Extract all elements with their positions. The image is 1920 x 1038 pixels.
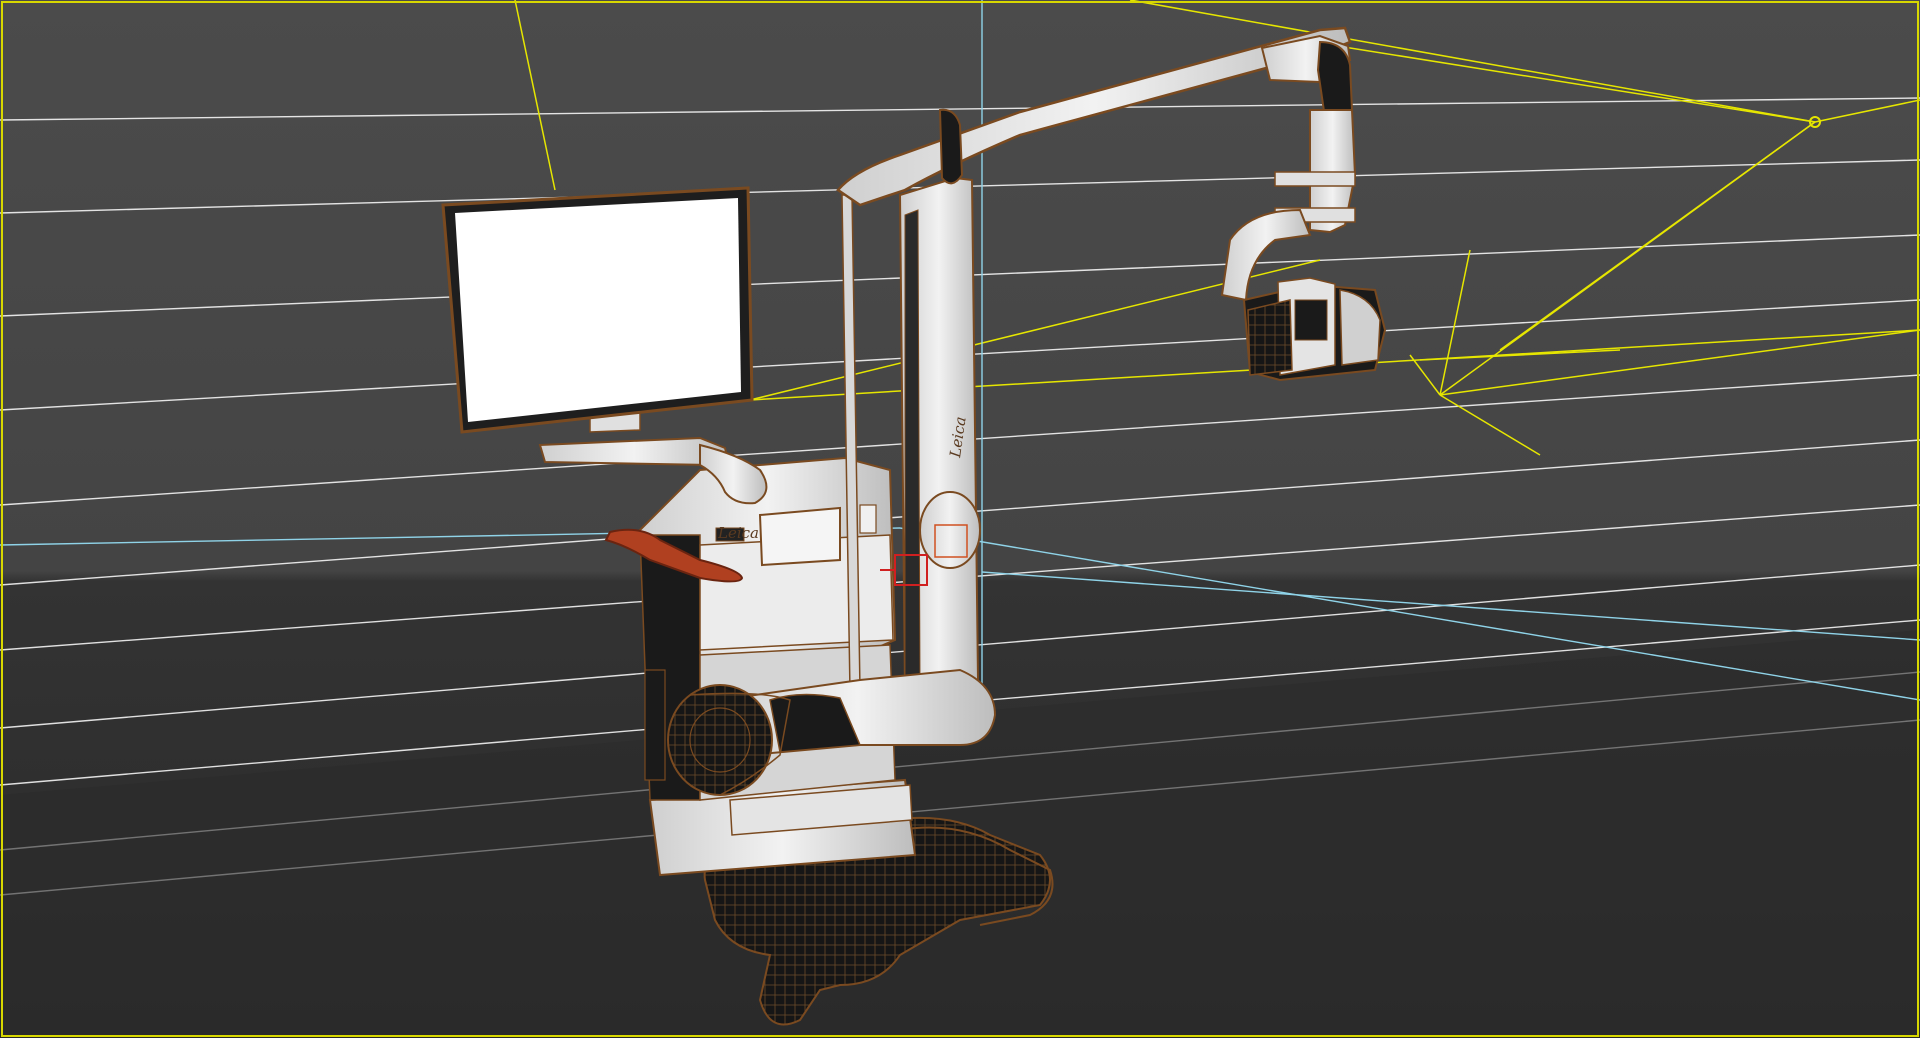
- 3d-viewport[interactable]: Leica Leica: [0, 0, 1920, 1038]
- monitor-screen: [455, 198, 741, 422]
- viewport-scene[interactable]: Leica Leica: [0, 0, 1920, 1038]
- monitor[interactable]: [441, 186, 754, 434]
- arm-joint: [667, 684, 773, 796]
- cabinet-brand-label: Leica: [717, 524, 759, 542]
- height-knob[interactable]: [919, 491, 981, 569]
- stand-column: Leica: [898, 176, 980, 692]
